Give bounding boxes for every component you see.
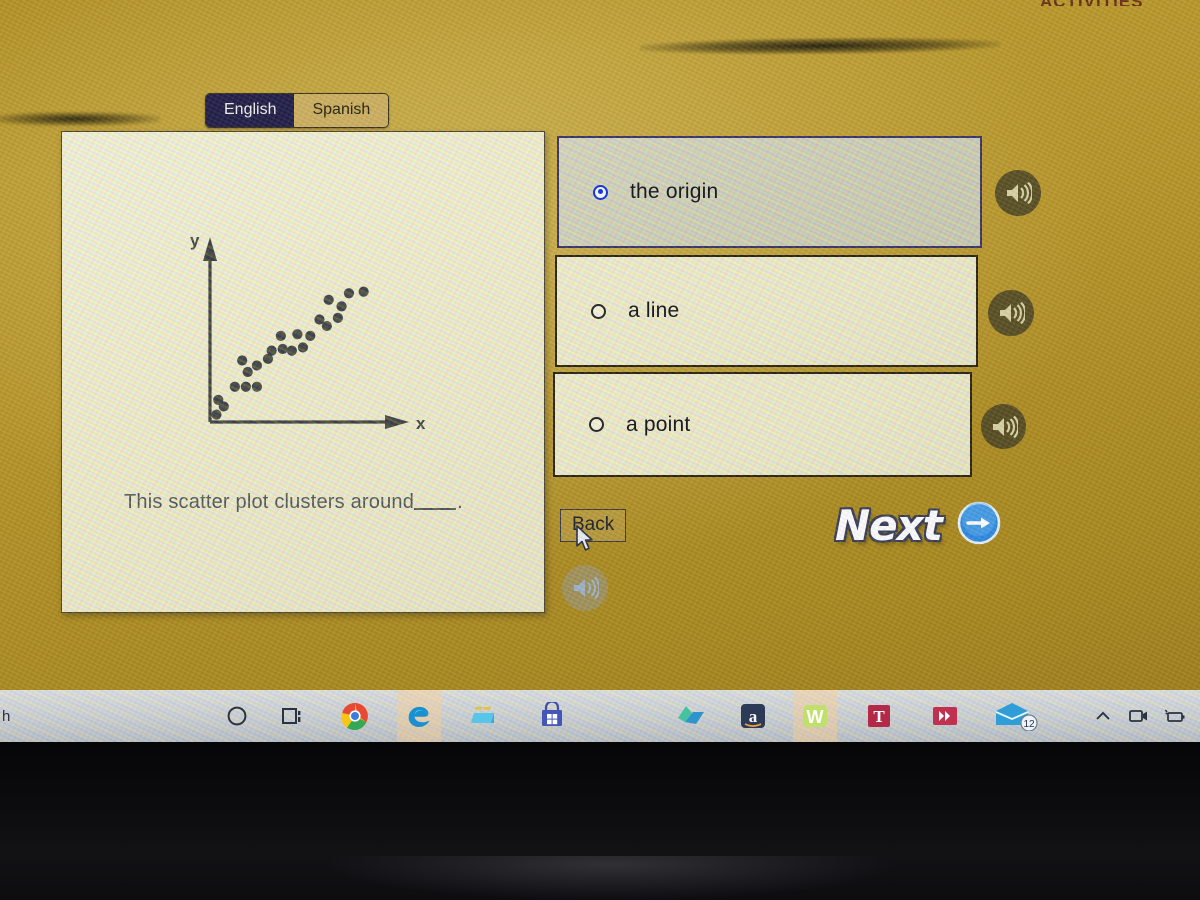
scatter-plot-svg: y x	[190, 232, 426, 433]
scatter-dot	[251, 381, 263, 392]
taskbar-microsoft-edge-icon[interactable]	[397, 690, 441, 742]
speaker-icon-a-point[interactable]	[981, 404, 1026, 449]
answer-option-label: a point	[626, 412, 691, 436]
chevron-up-icon[interactable]	[1094, 709, 1112, 723]
language-option-spanish[interactable]: Spanish	[294, 94, 389, 127]
question-blank	[414, 508, 457, 510]
scatter-plot: y x	[182, 232, 442, 462]
answer-option-box[interactable]: the origin	[557, 136, 982, 248]
scatter-dot	[305, 330, 316, 341]
answer-option-box[interactable]: a point	[553, 372, 972, 477]
scatter-dot	[277, 343, 288, 355]
arrow-right-circle-icon[interactable]	[956, 500, 1002, 551]
scatter-dot	[237, 355, 248, 366]
language-toggle[interactable]: English Spanish	[205, 93, 390, 128]
bezel-reflection	[330, 856, 890, 900]
language-option-english[interactable]: English	[206, 94, 295, 127]
answer-option-a-point[interactable]: a point	[553, 372, 972, 477]
laptop-screen-photo: ACTIVITIES English Spanish y x	[0, 0, 1200, 742]
scatter-dot-group	[211, 286, 369, 420]
taskbar-file-explorer-icon[interactable]	[462, 690, 506, 742]
taskbar-microsoft-store-icon[interactable]	[530, 690, 574, 742]
svg-text:W: W	[807, 707, 824, 727]
y-axis-label: y	[190, 232, 200, 250]
x-axis-arrowhead	[385, 415, 409, 429]
speaker-icon-the-origin[interactable]	[995, 170, 1041, 216]
screen-glare-streak-left	[0, 112, 160, 126]
scatter-dot	[323, 294, 334, 305]
scatter-dot	[343, 288, 355, 299]
answer-option-label: a line	[628, 299, 680, 322]
taskbar-mail-icon[interactable]: 12	[991, 690, 1047, 742]
svg-text:12: 12	[1023, 719, 1035, 730]
question-stem-suffix: .	[457, 491, 463, 513]
top-partial-banner-text: ACTIVITIES	[1040, 0, 1200, 6]
scatter-dot	[332, 312, 343, 323]
answer-option-a-line[interactable]: a line	[555, 255, 978, 367]
taskbar-t-app-icon[interactable]: T	[857, 690, 901, 742]
x-axis-label: x	[416, 414, 426, 433]
radio-button-a-line[interactable]	[591, 303, 606, 319]
answer-option-box[interactable]: a line	[555, 255, 978, 367]
scatter-dot	[213, 394, 224, 405]
stimulus-card: y x This scatter plot clusters around.	[61, 131, 545, 613]
scatter-dot	[292, 329, 303, 340]
question-stem-prefix: This scatter plot clusters around	[124, 491, 415, 513]
svg-text:T: T	[873, 707, 885, 726]
taskbar-amazon-icon[interactable]: a	[731, 690, 775, 742]
taskbar-w-app-icon[interactable]: W	[793, 690, 837, 742]
scatter-dot	[336, 301, 347, 312]
scatter-dot	[321, 320, 332, 332]
answer-option-the-origin[interactable]: the origin	[557, 136, 982, 248]
speaker-icon-a-line[interactable]	[988, 290, 1034, 336]
next-button-label: Next	[835, 501, 943, 550]
svg-text:a: a	[749, 707, 758, 726]
taskbar-teal-app-icon[interactable]	[669, 690, 713, 742]
scatter-dot	[251, 360, 263, 371]
speaker-icon-question[interactable]	[562, 565, 608, 611]
radio-button-a-point[interactable]	[589, 417, 604, 432]
answer-option-label: the origin	[630, 180, 719, 203]
scatter-dot	[240, 381, 251, 392]
screen-glare-streak	[639, 36, 1001, 56]
question-stem: This scatter plot clusters around.	[124, 491, 544, 514]
taskbar-google-chrome-icon[interactable]	[333, 690, 377, 742]
scatter-dot	[229, 381, 240, 392]
system-tray	[1094, 690, 1186, 742]
taskbar-search-icon[interactable]	[215, 690, 259, 742]
windows-taskbar: h a W T 12	[0, 690, 1200, 742]
camera-icon[interactable]	[1128, 708, 1148, 724]
taskbar-task-view-icon[interactable]	[271, 690, 315, 742]
next-button[interactable]: Next	[835, 500, 1002, 551]
taskbar-chevrons-app-icon[interactable]	[923, 690, 967, 742]
radio-button-the-origin[interactable]	[593, 184, 608, 200]
screenshot-root: ACTIVITIES English Spanish y x	[0, 0, 1200, 900]
back-button[interactable]: Back	[560, 509, 627, 542]
scatter-dot	[358, 286, 369, 297]
taskbar-cut-text: h	[2, 707, 11, 725]
y-axis-arrowhead	[203, 237, 217, 261]
battery-icon[interactable]	[1164, 709, 1186, 724]
scatter-dot	[286, 345, 297, 356]
scatter-dot	[262, 353, 274, 364]
scatter-dot	[242, 366, 253, 378]
scatter-dot	[297, 342, 309, 353]
scatter-dot	[211, 409, 222, 420]
scatter-dot	[275, 330, 286, 341]
